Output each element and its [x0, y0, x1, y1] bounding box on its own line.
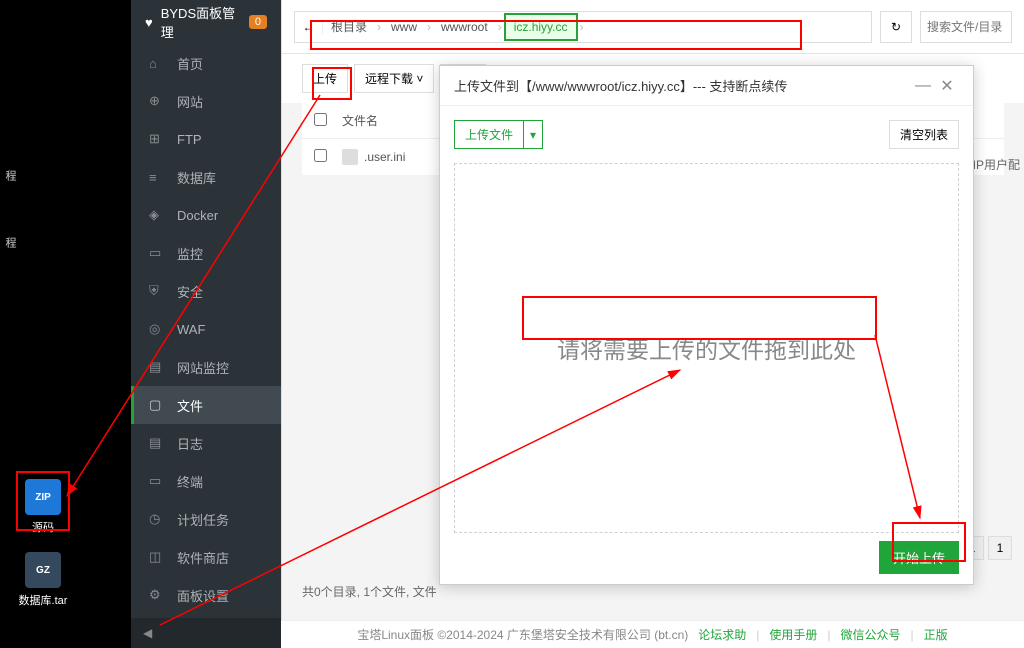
status-text: 共0个目录, 1个文件, 文件 — [302, 583, 437, 600]
page-last[interactable]: 1 — [988, 536, 1012, 560]
sidebar-item-sitemonitor[interactable]: ▤ 网站监控 — [131, 348, 281, 386]
refresh-button[interactable]: ↻ — [880, 11, 912, 43]
sidebar-item-waf[interactable]: ◎ WAF — [131, 310, 281, 348]
footer-link-manual[interactable]: 使用手册 — [769, 626, 817, 643]
ftp-icon: ⊞ — [149, 131, 165, 147]
sidebar-item-label: 首页 — [177, 54, 203, 73]
panel-title: BYDS面板管理 — [161, 3, 243, 41]
desktop-icon-gz[interactable]: GZ 数据库.tar — [14, 552, 72, 608]
minimize-button[interactable]: — — [911, 77, 935, 95]
copyright: 宝塔Linux面板 ©2014-2024 广东堡塔安全技术有限公司 (bt.cn… — [357, 626, 688, 643]
sitemonitor-icon: ▤ — [149, 359, 165, 375]
sidebar-item-label: 计划任务 — [177, 510, 229, 529]
sidebar-item-label: Docker — [177, 208, 218, 223]
annotation-box-breadcrumb — [310, 20, 802, 50]
sidebar-item-security[interactable]: ⛨ 安全 — [131, 272, 281, 310]
upload-file-button[interactable]: 上传文件 — [454, 120, 524, 149]
sidebar-item-label: 文件 — [177, 396, 203, 415]
sidebar-item-files[interactable]: ▢ 文件 — [131, 386, 281, 424]
gz-caption: 数据库.tar — [14, 592, 72, 608]
annotation-box-zip — [16, 471, 70, 531]
footer-link-genuine[interactable]: 正版 — [924, 626, 948, 643]
sidebar-item-label: WAF — [177, 322, 205, 337]
sidebar: ♥ BYDS面板管理 0 ⌂ 首页 ⊕ 网站 ⊞ FTP ≡ 数据库 ◈ Docker ▭… — [131, 0, 281, 648]
monitor-icon: ▭ — [149, 245, 165, 261]
file-icon — [342, 149, 358, 165]
sidebar-item-label: 监控 — [177, 244, 203, 263]
side-text-2: 程 — [2, 237, 18, 248]
annotation-box-start — [892, 522, 966, 562]
file-name: .user.ini — [364, 150, 405, 164]
search-input[interactable] — [927, 20, 1005, 34]
log-icon: ▤ — [149, 435, 165, 451]
sidebar-item-website[interactable]: ⊕ 网站 — [131, 82, 281, 120]
sidebar-item-label: 终端 — [177, 472, 203, 491]
footer: 宝塔Linux面板 ©2014-2024 广东堡塔安全技术有限公司 (bt.cn… — [281, 620, 1024, 648]
store-icon: ◫ — [149, 549, 165, 565]
dialog-toolbar: 上传文件 ▾ 清空列表 — [454, 120, 959, 149]
annotation-box-droptext — [522, 296, 877, 340]
annotation-box-upload — [312, 67, 352, 100]
desktop-area: 程 程 ZIP 源码 GZ 数据库.tar — [0, 0, 131, 648]
sidebar-item-label: 网站 — [177, 92, 203, 111]
search-wrap — [920, 11, 1012, 43]
collapse-icon[interactable]: ◀ — [143, 626, 152, 640]
remote-label: 远程下载 — [365, 72, 413, 86]
footer-link-forum[interactable]: 论坛求助 — [698, 626, 746, 643]
sidebar-bottom: ◀ — [131, 618, 281, 648]
sidebar-item-label: 面板设置 — [177, 586, 229, 605]
select-all-checkbox[interactable] — [314, 113, 327, 126]
drop-zone[interactable]: 请将需要上传的文件拖到此处 — [454, 163, 959, 533]
dialog-header: 上传文件到【/www/wwwroot/icz.hiyy.cc】--- 支持断点续… — [440, 66, 973, 106]
gear-icon: ⚙ — [149, 587, 165, 603]
waf-icon: ◎ — [149, 321, 165, 337]
upload-file-splitbutton: 上传文件 ▾ — [454, 120, 543, 149]
folder-icon: ▢ — [149, 397, 165, 413]
globe-icon: ⊕ — [149, 93, 165, 109]
sidebar-item-home[interactable]: ⌂ 首页 — [131, 44, 281, 82]
sidebar-item-label: 安全 — [177, 282, 203, 301]
clock-icon: ◷ — [149, 511, 165, 527]
sidebar-item-cron[interactable]: ◷ 计划任务 — [131, 500, 281, 538]
notification-badge[interactable]: 0 — [249, 15, 267, 29]
sidebar-item-monitor[interactable]: ▭ 监控 — [131, 234, 281, 272]
shield-icon: ♥ — [145, 15, 153, 30]
home-icon: ⌂ — [149, 56, 165, 71]
database-icon: ≡ — [149, 170, 165, 185]
shield-icon: ⛨ — [149, 283, 165, 299]
row-checkbox[interactable] — [314, 149, 327, 162]
footer-link-wechat[interactable]: 微信公众号 — [841, 626, 901, 643]
remote-download-button[interactable]: 远程下载 ˅ — [354, 64, 434, 93]
sidebar-item-logs[interactable]: ▤ 日志 — [131, 424, 281, 462]
close-button[interactable]: ✕ — [935, 76, 959, 96]
upload-file-caret[interactable]: ▾ — [524, 120, 543, 149]
sidebar-item-label: 网站监控 — [177, 358, 229, 377]
sidebar-item-terminal[interactable]: ▭ 终端 — [131, 462, 281, 500]
sidebar-item-docker[interactable]: ◈ Docker — [131, 196, 281, 234]
sidebar-item-label: 软件商店 — [177, 548, 229, 567]
terminal-icon: ▭ — [149, 473, 165, 489]
sidebar-item-label: 日志 — [177, 434, 203, 453]
sidebar-item-label: FTP — [177, 132, 202, 147]
sidebar-item-store[interactable]: ◫ 软件商店 — [131, 538, 281, 576]
gz-file-icon: GZ — [25, 552, 61, 588]
clear-list-button[interactable]: 清空列表 — [889, 120, 959, 149]
sidebar-item-ftp[interactable]: ⊞ FTP — [131, 120, 281, 158]
sidebar-item-database[interactable]: ≡ 数据库 — [131, 158, 281, 196]
sidebar-item-label: 数据库 — [177, 168, 216, 187]
sidebar-header: ♥ BYDS面板管理 0 — [131, 0, 281, 44]
docker-icon: ◈ — [149, 207, 165, 223]
dialog-title: 上传文件到【/www/wwwroot/icz.hiyy.cc】--- 支持断点续… — [454, 76, 911, 95]
side-text-1: 程 — [2, 170, 18, 181]
sidebar-item-settings[interactable]: ⚙ 面板设置 — [131, 576, 281, 614]
